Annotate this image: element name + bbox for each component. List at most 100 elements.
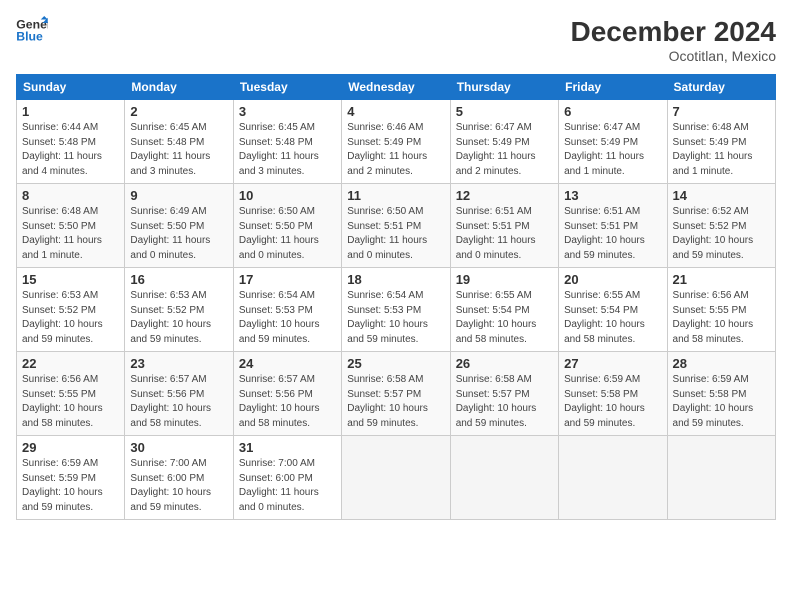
day-number: 14 xyxy=(673,188,770,203)
day-number: 24 xyxy=(239,356,336,371)
day-info: Sunrise: 6:45 AMSunset: 5:48 PMDaylight:… xyxy=(130,121,227,179)
day-number: 27 xyxy=(564,356,661,371)
weekday-header-row: SundayMondayTuesdayWednesdayThursdayFrid… xyxy=(17,75,776,100)
day-number: 26 xyxy=(456,356,553,371)
day-number: 1 xyxy=(22,104,119,119)
day-number: 5 xyxy=(456,104,553,119)
day-info: Sunrise: 6:51 AMSunset: 5:51 PMDaylight:… xyxy=(456,205,553,263)
day-info: Sunrise: 6:53 AMSunset: 5:52 PMDaylight:… xyxy=(22,289,119,347)
day-info: Sunrise: 6:51 AMSunset: 5:51 PMDaylight:… xyxy=(564,205,661,263)
calendar-cell: 20 Sunrise: 6:55 AMSunset: 5:54 PMDayligh… xyxy=(559,268,667,352)
calendar-cell: 16Sunrise: 6:53 AMSunset: 5:52 PMDayligh… xyxy=(125,268,233,352)
calendar-cell: 21 Sunrise: 6:56 AMSunset: 5:55 PMDayligh… xyxy=(667,268,775,352)
day-number: 17 xyxy=(239,272,336,287)
day-number: 29 xyxy=(22,440,119,455)
day-info: Sunrise: 6:48 AMSunset: 5:49 PMDaylight:… xyxy=(673,121,770,179)
day-info: Sunrise: 6:55 AMSunset: 5:54 PMDaylight:… xyxy=(564,289,661,347)
weekday-wednesday: Wednesday xyxy=(342,75,450,100)
week-row-4: 22 Sunrise: 6:56 AMSunset: 5:55 PMDayligh… xyxy=(17,352,776,436)
svg-text:Blue: Blue xyxy=(16,30,43,44)
day-number: 3 xyxy=(239,104,336,119)
calendar-cell: 24 Sunrise: 6:57 AMSunset: 5:56 PMDayligh… xyxy=(233,352,341,436)
day-info: Sunrise: 6:54 AMSunset: 5:53 PMDaylight:… xyxy=(239,289,336,347)
weekday-sunday: Sunday xyxy=(17,75,125,100)
day-number: 10 xyxy=(239,188,336,203)
calendar-cell: 6 Sunrise: 6:47 AMSunset: 5:49 PMDaylight… xyxy=(559,100,667,184)
logo-icon: General Blue xyxy=(16,16,48,44)
day-number: 12 xyxy=(456,188,553,203)
day-info: Sunrise: 6:57 AMSunset: 5:56 PMDaylight:… xyxy=(130,373,227,431)
page-header: General Blue December 2024 Ocotitlan, Me… xyxy=(16,16,776,64)
day-number: 20 xyxy=(564,272,661,287)
calendar-cell: 25 Sunrise: 6:58 AMSunset: 5:57 PMDayligh… xyxy=(342,352,450,436)
day-info: Sunrise: 6:50 AMSunset: 5:50 PMDaylight:… xyxy=(239,205,336,263)
day-number: 31 xyxy=(239,440,336,455)
calendar-cell: 22 Sunrise: 6:56 AMSunset: 5:55 PMDayligh… xyxy=(17,352,125,436)
calendar-cell: 29 Sunrise: 6:59 AMSunset: 5:59 PMDayligh… xyxy=(17,436,125,520)
weekday-saturday: Saturday xyxy=(667,75,775,100)
logo: General Blue xyxy=(16,16,48,44)
calendar-cell: 9Sunrise: 6:49 AMSunset: 5:50 PMDaylight… xyxy=(125,184,233,268)
day-info: Sunrise: 6:45 AMSunset: 5:48 PMDaylight:… xyxy=(239,121,336,179)
calendar-cell xyxy=(559,436,667,520)
calendar-cell: 26 Sunrise: 6:58 AMSunset: 5:57 PMDayligh… xyxy=(450,352,558,436)
day-info: Sunrise: 6:46 AMSunset: 5:49 PMDaylight:… xyxy=(347,121,444,179)
weekday-friday: Friday xyxy=(559,75,667,100)
calendar-cell xyxy=(342,436,450,520)
day-number: 19 xyxy=(456,272,553,287)
day-number: 8 xyxy=(22,188,119,203)
calendar-cell: 4Sunrise: 6:46 AMSunset: 5:49 PMDaylight… xyxy=(342,100,450,184)
day-info: Sunrise: 6:59 AMSunset: 5:58 PMDaylight:… xyxy=(564,373,661,431)
day-info: Sunrise: 6:56 AMSunset: 5:55 PMDaylight:… xyxy=(22,373,119,431)
calendar-table: SundayMondayTuesdayWednesdayThursdayFrid… xyxy=(16,74,776,520)
calendar-cell: 15 Sunrise: 6:53 AMSunset: 5:52 PMDayligh… xyxy=(17,268,125,352)
calendar-cell: 11 Sunrise: 6:50 AMSunset: 5:51 PMDayligh… xyxy=(342,184,450,268)
calendar-cell: 12 Sunrise: 6:51 AMSunset: 5:51 PMDayligh… xyxy=(450,184,558,268)
month-title: December 2024 xyxy=(571,16,776,48)
day-number: 13 xyxy=(564,188,661,203)
day-number: 25 xyxy=(347,356,444,371)
calendar-cell: 28 Sunrise: 6:59 AMSunset: 5:58 PMDayligh… xyxy=(667,352,775,436)
day-info: Sunrise: 6:59 AMSunset: 5:58 PMDaylight:… xyxy=(673,373,770,431)
day-info: Sunrise: 6:54 AMSunset: 5:53 PMDaylight:… xyxy=(347,289,444,347)
day-info: Sunrise: 6:50 AMSunset: 5:51 PMDaylight:… xyxy=(347,205,444,263)
day-number: 7 xyxy=(673,104,770,119)
day-number: 6 xyxy=(564,104,661,119)
day-info: Sunrise: 6:58 AMSunset: 5:57 PMDaylight:… xyxy=(347,373,444,431)
location: Ocotitlan, Mexico xyxy=(571,48,776,64)
calendar-cell: 7 Sunrise: 6:48 AMSunset: 5:49 PMDaylight… xyxy=(667,100,775,184)
day-info: Sunrise: 6:59 AMSunset: 5:59 PMDaylight:… xyxy=(22,457,119,515)
calendar-cell: 3 Sunrise: 6:45 AMSunset: 5:48 PMDaylight… xyxy=(233,100,341,184)
day-number: 23 xyxy=(130,356,227,371)
day-number: 30 xyxy=(130,440,227,455)
day-number: 28 xyxy=(673,356,770,371)
calendar-cell: 31Sunrise: 7:00 AMSunset: 6:00 PMDayligh… xyxy=(233,436,341,520)
calendar-cell: 10 Sunrise: 6:50 AMSunset: 5:50 PMDayligh… xyxy=(233,184,341,268)
weekday-thursday: Thursday xyxy=(450,75,558,100)
day-info: Sunrise: 6:58 AMSunset: 5:57 PMDaylight:… xyxy=(456,373,553,431)
week-row-3: 15 Sunrise: 6:53 AMSunset: 5:52 PMDayligh… xyxy=(17,268,776,352)
day-number: 15 xyxy=(22,272,119,287)
calendar-cell: 17 Sunrise: 6:54 AMSunset: 5:53 PMDayligh… xyxy=(233,268,341,352)
day-number: 11 xyxy=(347,188,444,203)
day-info: Sunrise: 6:49 AMSunset: 5:50 PMDaylight:… xyxy=(130,205,227,263)
day-number: 18 xyxy=(347,272,444,287)
day-info: Sunrise: 6:57 AMSunset: 5:56 PMDaylight:… xyxy=(239,373,336,431)
day-number: 22 xyxy=(22,356,119,371)
calendar-cell xyxy=(450,436,558,520)
weekday-tuesday: Tuesday xyxy=(233,75,341,100)
day-number: 21 xyxy=(673,272,770,287)
day-info: Sunrise: 6:52 AMSunset: 5:52 PMDaylight:… xyxy=(673,205,770,263)
week-row-5: 29 Sunrise: 6:59 AMSunset: 5:59 PMDayligh… xyxy=(17,436,776,520)
calendar-cell: 8 Sunrise: 6:48 AMSunset: 5:50 PMDaylight… xyxy=(17,184,125,268)
day-info: Sunrise: 6:47 AMSunset: 5:49 PMDaylight:… xyxy=(564,121,661,179)
calendar-cell: 2 Sunrise: 6:45 AMSunset: 5:48 PMDaylight… xyxy=(125,100,233,184)
day-number: 2 xyxy=(130,104,227,119)
calendar-cell: 18 Sunrise: 6:54 AMSunset: 5:53 PMDayligh… xyxy=(342,268,450,352)
calendar-cell: 13 Sunrise: 6:51 AMSunset: 5:51 PMDayligh… xyxy=(559,184,667,268)
day-info: Sunrise: 6:48 AMSunset: 5:50 PMDaylight:… xyxy=(22,205,119,263)
day-info: Sunrise: 6:53 AMSunset: 5:52 PMDaylight:… xyxy=(130,289,227,347)
week-row-2: 8 Sunrise: 6:48 AMSunset: 5:50 PMDaylight… xyxy=(17,184,776,268)
day-info: Sunrise: 7:00 AMSunset: 6:00 PMDaylight:… xyxy=(130,457,227,515)
day-info: Sunrise: 6:56 AMSunset: 5:55 PMDaylight:… xyxy=(673,289,770,347)
